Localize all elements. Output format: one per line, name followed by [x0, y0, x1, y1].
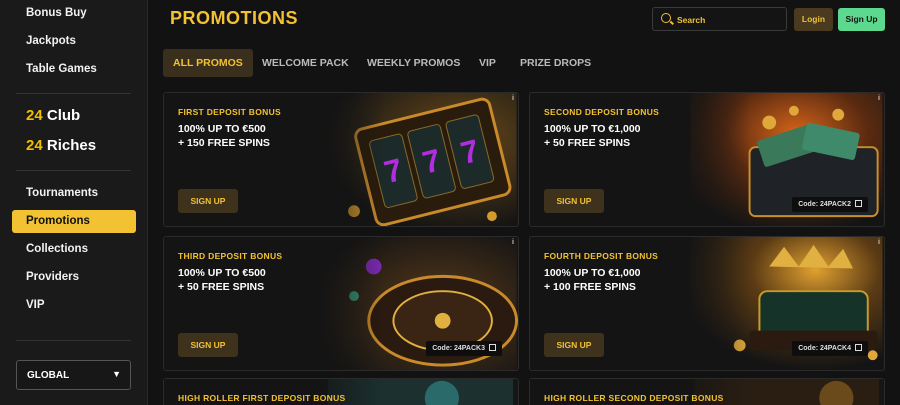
card-title: HIGH ROLLER FIRST DEPOSIT BONUS — [178, 393, 346, 403]
sidebar-item-jackpots[interactable]: Jackpots — [26, 34, 76, 48]
tab-all-promos[interactable]: ALL PROMOS — [163, 49, 253, 77]
promo-code-badge[interactable]: Code: 24PACK3 — [426, 341, 502, 356]
riches-number: 24 — [26, 137, 43, 154]
promo-card-fourth-deposit: i FOURTH DEPOSIT BONUS 100% UP TO €1,000… — [529, 236, 885, 371]
riches-label: Riches — [46, 137, 97, 154]
sidebar-divider — [16, 93, 131, 94]
card-title: FOURTH DEPOSIT BONUS — [544, 251, 659, 261]
tab-welcome-pack[interactable]: WELCOME PACK — [262, 49, 349, 77]
sidebar-item-collections[interactable]: Collections — [26, 242, 88, 256]
sign-up-button[interactable]: SIGN UP — [178, 333, 238, 357]
sidebar-item-24-riches[interactable]: 24 Riches — [26, 137, 96, 155]
info-icon[interactable]: i — [878, 95, 880, 102]
search-input[interactable] — [677, 12, 782, 27]
tab-vip[interactable]: VIP — [479, 49, 496, 77]
main-content: PROMOTIONS Login Sign Up ALL PROMOS WELC… — [148, 0, 900, 405]
sign-up-button[interactable]: SIGN UP — [178, 189, 238, 213]
app: Bonus Buy Jackpots Table Games 24 Club 2… — [0, 0, 900, 405]
sidebar-item-promotions[interactable]: Promotions — [12, 210, 136, 233]
region-select[interactable]: GLOBAL ▼ — [16, 360, 131, 390]
sidebar-divider — [16, 170, 131, 171]
promo-code-badge[interactable]: Code: 24PACK2 — [792, 197, 868, 212]
info-icon[interactable]: i — [512, 239, 514, 246]
promo-code-text: Code: 24PACK2 — [798, 201, 851, 208]
region-label: GLOBAL — [27, 370, 70, 381]
sign-up-button[interactable]: SIGN UP — [544, 333, 604, 357]
sidebar-item-bonus-buy[interactable]: Bonus Buy — [26, 6, 87, 20]
promo-code-badge[interactable]: Code: 24PACK4 — [792, 341, 868, 356]
tab-prize-drops[interactable]: PRIZE DROPS — [520, 49, 591, 77]
card-offer-line1: 100% UP TO €500 — [178, 123, 266, 135]
caret-down-icon: ▼ — [112, 369, 121, 379]
sidebar-item-24-club[interactable]: 24 Club — [26, 107, 80, 125]
card-offer-line1: 100% UP TO €1,000 — [544, 123, 641, 135]
search-icon — [661, 13, 671, 23]
card-offer-line2: + 150 FREE SPINS — [178, 137, 270, 149]
sidebar-item-providers[interactable]: Providers — [26, 270, 79, 284]
card-offer-line1: 100% UP TO €1,000 — [544, 267, 641, 279]
club-label: Club — [46, 107, 81, 124]
login-button[interactable]: Login — [794, 8, 833, 31]
sidebar-item-tournaments[interactable]: Tournaments — [26, 186, 98, 200]
page-title: PROMOTIONS — [170, 8, 299, 28]
sidebar-item-table-games[interactable]: Table Games — [26, 62, 97, 76]
tab-weekly-promos[interactable]: WEEKLY PROMOS — [367, 49, 460, 77]
card-offer-line2: + 100 FREE SPINS — [544, 281, 636, 293]
copy-icon[interactable] — [855, 344, 862, 351]
sidebar-item-vip[interactable]: VIP — [26, 298, 45, 312]
sidebar-item-label: Promotions — [26, 215, 90, 227]
promo-card-second-deposit: i SECOND DEPOSIT BONUS 100% UP TO €1,000… — [529, 92, 885, 227]
card-title: SECOND DEPOSIT BONUS — [544, 107, 660, 117]
promo-card-high-roller-second: HIGH ROLLER SECOND DEPOSIT BONUS — [529, 378, 885, 405]
info-icon[interactable]: i — [878, 239, 880, 246]
info-icon[interactable]: i — [512, 95, 514, 102]
promo-card-high-roller-first: HIGH ROLLER FIRST DEPOSIT BONUS — [163, 378, 519, 405]
card-title: FIRST DEPOSIT BONUS — [178, 107, 281, 117]
promo-card-third-deposit: i THIRD DEPOSIT BONUS 100% UP TO €500 + … — [163, 236, 519, 371]
sidebar-divider — [16, 340, 131, 341]
sidebar: Bonus Buy Jackpots Table Games 24 Club 2… — [0, 0, 148, 405]
card-offer-line1: 100% UP TO €500 — [178, 267, 266, 279]
promo-card-first-deposit: 7 7 7 i FIRST DEPOSIT BONUS 100% UP TO €… — [163, 92, 519, 227]
promo-code-text: Code: 24PACK3 — [432, 345, 485, 352]
copy-icon[interactable] — [489, 344, 496, 351]
card-title: HIGH ROLLER SECOND DEPOSIT BONUS — [544, 393, 724, 403]
copy-icon[interactable] — [855, 200, 862, 207]
card-offer-line2: + 50 FREE SPINS — [178, 281, 265, 293]
search-box[interactable] — [652, 7, 787, 31]
card-title: THIRD DEPOSIT BONUS — [178, 251, 283, 261]
card-offer-line2: + 50 FREE SPINS — [544, 137, 631, 149]
club-number: 24 — [26, 107, 43, 124]
signup-button[interactable]: Sign Up — [838, 8, 885, 31]
sign-up-button[interactable]: SIGN UP — [544, 189, 604, 213]
promo-code-text: Code: 24PACK4 — [798, 345, 851, 352]
